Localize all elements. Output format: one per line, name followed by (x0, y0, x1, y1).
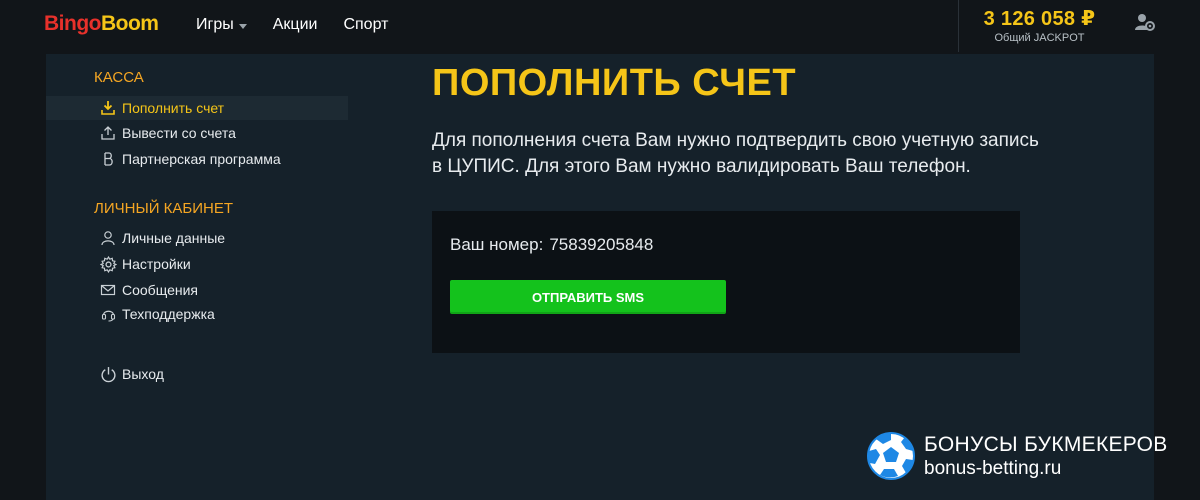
bitcoin-icon (104, 152, 113, 166)
nav-promotions-label: Акции (272, 16, 318, 33)
sidebar-item-label: Партнерская программа (122, 151, 281, 167)
power-icon (101, 366, 116, 382)
watermark-line-1: БОНУСЫ БУКМЕКЕРОВ (924, 432, 1168, 456)
support-icon (101, 310, 116, 322)
sidebar-item-settings[interactable]: Настройки (46, 252, 348, 276)
main-nav: Игры Акции Спорт (196, 16, 388, 34)
nav-promotions[interactable]: Акции (273, 16, 318, 34)
send-sms-button[interactable]: ОТПРАВИТЬ SMS (450, 280, 726, 314)
sidebar-item-support[interactable]: Техподдержка (46, 302, 348, 326)
jackpot-amount: 3 126 058 ₽ (983, 8, 1096, 30)
logo-part-bingo: Bingo (44, 12, 101, 35)
sidebar-item-deposit[interactable]: Пополнить счет (46, 96, 348, 120)
user-icon (101, 231, 115, 246)
sidebar-item-label: Личные данные (122, 230, 226, 246)
bonus-betting-watermark: БОНУСЫ БУКМЕКЕРОВ bonus-betting.ru (866, 428, 1186, 484)
soccer-ball-icon (867, 432, 915, 480)
user-settings-icon[interactable] (1134, 12, 1156, 32)
sidebar-item-label: Вывести со счета (122, 125, 236, 141)
phone-number: 75839205848 (549, 235, 654, 254)
phone-verification-box: Ваш номер: 75839205848 ОТПРАВИТЬ SMS (432, 211, 1020, 353)
nav-games[interactable]: Игры (196, 16, 247, 34)
sidebar-item-logout[interactable]: Выход (46, 362, 348, 386)
bingoboom-logo[interactable]: Bingo Boom (44, 12, 159, 36)
envelope-icon (100, 284, 116, 296)
chevron-down-icon (238, 23, 247, 29)
sidebar-item-label: Выход (122, 366, 164, 382)
sidebar-item-label: Пополнить счет (122, 100, 225, 116)
verification-notice: Для пополнения счета Вам нужно подтверди… (432, 128, 1112, 180)
nav-sport[interactable]: Спорт (343, 16, 388, 34)
sidebar-item-label: Сообщения (122, 282, 198, 298)
section-title-personal-account: ЛИЧНЫЙ КАБИНЕТ (94, 200, 234, 217)
nav-sport-label: Спорт (343, 16, 389, 33)
section-title-cashier: КАССА (94, 69, 144, 86)
jackpot-widget: 3 126 058 ₽ Общий JACKPOT (958, 0, 1120, 52)
sidebar-item-partner-program[interactable]: Партнерская программа (46, 147, 348, 171)
phone-label: Ваш номер: (450, 235, 544, 254)
gear-icon (100, 255, 117, 273)
top-bar: Bingo Boom Игры Акции Спорт 3 126 058 ₽ О… (0, 0, 1200, 52)
watermark-line-2: bonus-betting.ru (924, 457, 1062, 479)
sidebar-item-personal-data[interactable]: Личные данные (46, 226, 348, 250)
download-icon (101, 101, 115, 115)
sidebar-item-label: Техподдержка (122, 306, 215, 322)
watermark-text: БОНУСЫ БУКМЕКЕРОВ bonus-betting.ru (924, 433, 1168, 480)
verification-notice-line-1: Для пополнения счета Вам нужно подтверди… (432, 130, 1039, 151)
phone-number-line: Ваш номер: 75839205848 (450, 235, 653, 255)
sidebar-item-messages[interactable]: Сообщения (46, 278, 348, 302)
page-title: ПОПОЛНИТЬ СЧЕТ (432, 62, 797, 104)
logo-part-boom: Boom (100, 12, 159, 35)
upload-icon (101, 126, 115, 140)
jackpot-label: Общий JACKPOT (994, 32, 1085, 44)
nav-games-label: Игры (196, 16, 234, 33)
verification-notice-line-2: в ЦУПИС. Для этого Вам нужно валидироват… (432, 156, 971, 177)
sidebar-item-label: Настройки (122, 256, 191, 272)
sidebar-item-withdraw[interactable]: Вывести со счета (46, 121, 348, 145)
